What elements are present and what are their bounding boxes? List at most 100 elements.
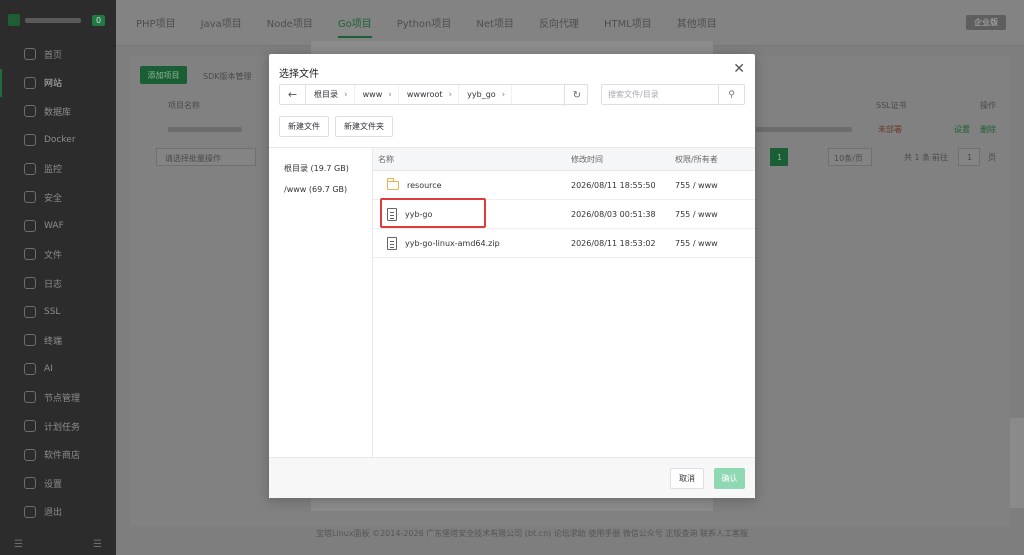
file-mtime: 2026/08/11 18:55:50 [571, 180, 656, 190]
chevron-right-icon: › [388, 89, 392, 100]
settings-link[interactable]: 设置 [954, 124, 970, 135]
breadcrumb-root[interactable]: 根目录 › [306, 85, 355, 104]
tab-java[interactable]: Java项目 [201, 15, 242, 30]
shield-icon [24, 191, 36, 204]
table-row[interactable]: yyb-go 2026/08/03 00:51:38 755 / www [373, 200, 755, 229]
globe-icon [24, 76, 36, 89]
current-page[interactable]: 1 [770, 148, 788, 166]
col-name[interactable]: 名称 [373, 154, 571, 165]
page-size-select[interactable]: 10条/页 [828, 148, 872, 166]
table-row[interactable]: resource 2026/08/11 18:55:50 755 / www [373, 171, 755, 200]
sidebar-item-label: 文件 [44, 250, 63, 261]
sidebar-item-label: 终端 [44, 336, 63, 347]
refresh-icon[interactable]: ↻ [564, 85, 589, 106]
new-file-button[interactable]: 新建文件 [279, 116, 329, 137]
breadcrumb-www[interactable]: www › [355, 85, 399, 104]
sidebar-item[interactable]: SSL [0, 297, 116, 326]
sidebar-item-label: 安全 [44, 193, 63, 204]
tab-node[interactable]: Node项目 [267, 15, 313, 30]
back-arrow-icon[interactable]: ← [280, 85, 306, 104]
sidebar-item[interactable]: 软件商店 [0, 440, 116, 469]
goto-page-input[interactable]: 1 [958, 148, 980, 166]
path-breadcrumb: ← 根目录 › www › wwwroot › yyb_go › ↻ [279, 84, 589, 106]
sidebar-header: 0 [0, 0, 116, 40]
confirm-button[interactable]: 确认 [714, 468, 745, 489]
sidebar-item[interactable]: 退出 [0, 498, 116, 527]
breadcrumb-yyb-go[interactable]: yyb_go › [459, 85, 513, 104]
batch-select[interactable]: 请选择批量操作 [156, 148, 256, 166]
file-mtime: 2026/08/11 18:53:02 [571, 238, 656, 248]
project-tabs: PHP项目 Java项目 Node项目 Go项目 Python项目 Net项目 … [116, 0, 1024, 46]
waf-icon [24, 219, 36, 232]
breadcrumb-wwwroot[interactable]: wwwroot › [399, 85, 460, 104]
sidebar-item-label: 网站 [44, 79, 63, 90]
tab-reverse-proxy[interactable]: 反向代理 [539, 15, 579, 30]
tab-net[interactable]: Net项目 [476, 15, 514, 30]
sidebar-item[interactable]: 文件 [0, 240, 116, 269]
chevron-right-icon: › [501, 89, 506, 100]
sidebar-item[interactable]: 节点管理 [0, 383, 116, 412]
tab-php[interactable]: PHP项目 [136, 15, 176, 30]
sidebar-item-label: 监控 [44, 165, 63, 176]
sidebar-item-label: 首页 [44, 50, 63, 61]
ssl-status: 未部署 [878, 125, 902, 134]
sidebar-item[interactable]: 计划任务 [0, 412, 116, 441]
select-file-dialog: 选择文件 ✕ ← 根目录› www› wwwroot› yyb_go› ↻ ⚲ … [269, 54, 755, 498]
file-name: resource [407, 180, 442, 190]
chevron-right-icon: › [448, 89, 453, 100]
logout-icon [24, 505, 36, 518]
notification-badge[interactable]: 0 [92, 14, 106, 26]
clock-icon [24, 420, 36, 433]
sidebar-item[interactable]: Docker [0, 126, 116, 155]
server-name [25, 17, 81, 23]
footer-info: 宝塔Linux面板 ©2014-2026 广东堡塔安全技术有限公司 (bt.cn… [316, 529, 748, 538]
col-mtime[interactable]: 修改时间 [571, 154, 675, 165]
cancel-button[interactable]: 取消 [670, 468, 704, 489]
sidebar-item[interactable]: 终端 [0, 326, 116, 355]
file-table: 名称 修改时间 权限/所有者 resource 2026/08/11 18:55… [373, 148, 755, 458]
new-folder-button[interactable]: 新建文件夹 [335, 116, 393, 137]
disk-root[interactable]: 根目录 (19.7 GB) [269, 148, 372, 185]
close-icon[interactable]: ✕ [733, 61, 745, 77]
tab-go[interactable]: Go项目 [337, 15, 372, 38]
file-perm: 755 / www [675, 180, 718, 190]
collapse-icon[interactable]: ☰ [93, 539, 102, 550]
file-name: yyb-go-linux-amd64.zip [405, 238, 500, 248]
sidebar-item-label: 退出 [44, 508, 63, 519]
ai-float-widget[interactable] [1010, 418, 1024, 508]
sidebar-item[interactable]: AI [0, 355, 116, 384]
create-buttons: 新建文件 新建文件夹 [279, 116, 393, 137]
tab-other[interactable]: 其他项目 [677, 15, 717, 30]
file-icon [387, 207, 397, 221]
enterprise-button[interactable]: 企业版 [966, 15, 1006, 30]
project-path-blurred [756, 127, 852, 132]
sidebar-item-label: SSL [44, 306, 61, 317]
delete-link[interactable]: 删除 [980, 124, 996, 135]
sidebar-item[interactable]: 网站 [0, 68, 116, 98]
total-count: 共 1 条 [904, 153, 931, 162]
add-project-button[interactable]: 添加项目 [140, 66, 187, 84]
sdk-manage-button[interactable]: SDK版本管理 [203, 71, 251, 82]
search-input[interactable] [602, 85, 718, 104]
sidebar-item[interactable]: 监控 [0, 154, 116, 183]
col-perm[interactable]: 权限/所有者 [675, 154, 755, 165]
table-header: 名称 修改时间 权限/所有者 [373, 148, 755, 171]
sidebar-item[interactable]: 数据库 [0, 97, 116, 126]
terminal-icon [24, 334, 36, 347]
sidebar-item[interactable]: 首页 [0, 40, 116, 69]
sidebar-item-label: 设置 [44, 479, 63, 490]
table-row[interactable]: yyb-go-linux-amd64.zip 2026/08/11 18:53:… [373, 229, 755, 258]
menu-toggle-icon[interactable]: ☰ [14, 539, 23, 550]
goto-label: 前往 [932, 153, 948, 162]
search-icon[interactable]: ⚲ [718, 85, 744, 104]
col-ssl: SSL证书 [876, 101, 907, 110]
file-name: yyb-go [405, 209, 433, 219]
tab-python[interactable]: Python项目 [397, 15, 452, 30]
tab-html[interactable]: HTML项目 [604, 15, 652, 30]
sidebar-item[interactable]: 设置 [0, 469, 116, 498]
disk-www[interactable]: /www (69.7 GB) [269, 185, 372, 207]
col-project-name: 项目名称 [168, 101, 200, 110]
sidebar-item[interactable]: WAF [0, 212, 116, 241]
sidebar-item[interactable]: 安全 [0, 183, 116, 212]
sidebar-item[interactable]: 日志 [0, 269, 116, 298]
